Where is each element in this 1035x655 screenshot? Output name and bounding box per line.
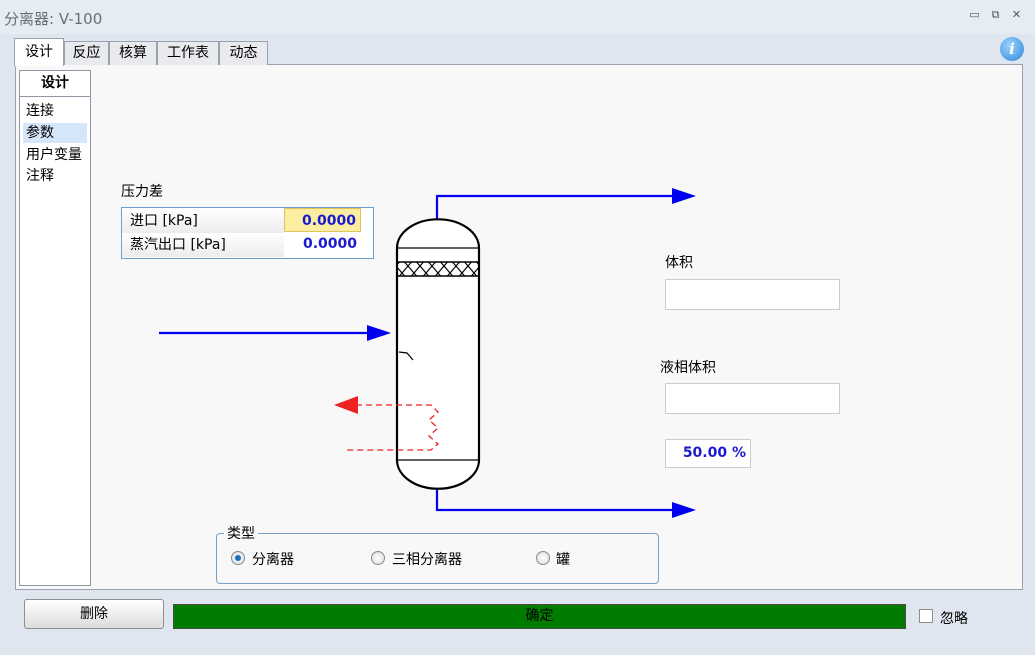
three-phase-separator-radio[interactable] (371, 551, 385, 565)
separator-radio[interactable] (231, 551, 245, 565)
liquid-outlet-arrow (672, 502, 696, 518)
delete-button[interactable]: 删除 (24, 599, 164, 629)
vapour-outlet-stream (435, 194, 678, 222)
ok-status-bar[interactable]: 确定 (173, 604, 906, 629)
liquid-outlet-stream (435, 486, 678, 512)
tank-radio-label[interactable]: 罐 (556, 549, 570, 569)
volume-input[interactable] (665, 279, 840, 310)
tab-design[interactable]: 设计 (14, 38, 64, 66)
ignore-checkbox[interactable] (919, 609, 933, 623)
separator-vessel (395, 218, 481, 490)
ignore-label: 忽略 (940, 611, 968, 627)
volume-label: 体积 (665, 255, 693, 271)
separator-radio-label[interactable]: 分离器 (252, 549, 294, 569)
demister-pad (396, 261, 480, 277)
feed-arrow (367, 325, 391, 341)
energy-stream-arrow (334, 396, 358, 414)
vapour-outlet-arrow (672, 188, 696, 204)
liquid-volume-input[interactable] (665, 383, 840, 414)
liquid-volume-label: 液相体积 (660, 360, 716, 376)
type-group-title: 类型 (224, 523, 258, 543)
tank-radio[interactable] (536, 551, 550, 565)
liquid-volume-percent-input[interactable]: 50.00 % (665, 439, 751, 468)
three-phase-separator-radio-label[interactable]: 三相分离器 (392, 549, 462, 569)
